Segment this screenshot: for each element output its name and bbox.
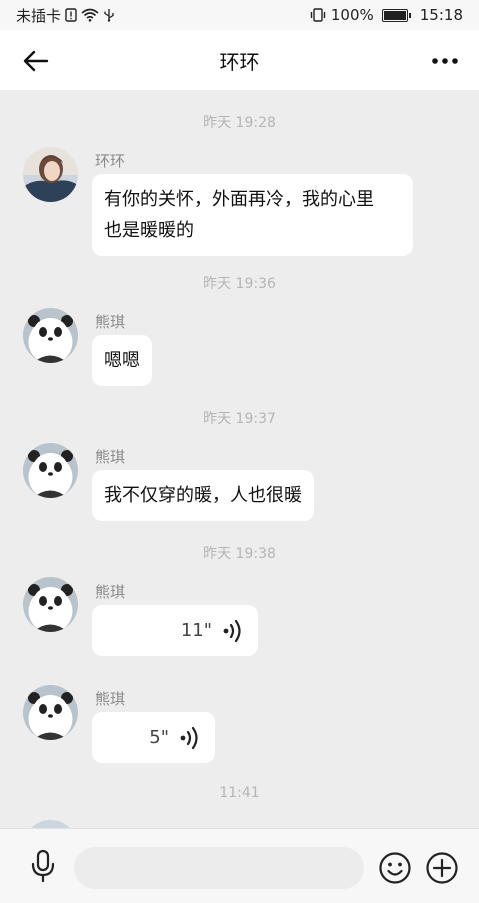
- carrier-text: 未插卡: [16, 6, 62, 25]
- battery-percent: 100%: [330, 6, 374, 24]
- sender-name: 熊琪: [95, 583, 126, 601]
- voice-wave-icon: [223, 619, 241, 642]
- sim-alert-icon: [65, 8, 77, 22]
- avatar-xiongqi[interactable]: [23, 443, 78, 498]
- voice-duration: 11": [180, 620, 212, 641]
- arrow-left-icon: [23, 50, 49, 72]
- status-right: 100% 15:18: [309, 6, 463, 24]
- voice-input-button[interactable]: [26, 847, 60, 885]
- status-bar: 未插卡 100% 15:18: [0, 0, 479, 30]
- avatar-xiongqi[interactable]: [23, 308, 78, 363]
- clock-time: 15:18: [419, 6, 463, 24]
- voice-message[interactable]: 11": [92, 605, 258, 656]
- chat-header: 环环: [0, 30, 479, 90]
- avatar-xiongqi[interactable]: [23, 685, 78, 740]
- input-bar: [0, 828, 479, 903]
- sender-name: 熊琪: [95, 313, 126, 331]
- more-dots-icon: [432, 58, 458, 64]
- avatar-xiongqi[interactable]: [23, 577, 78, 632]
- voice-wave-icon: [180, 726, 198, 749]
- wifi-icon: [81, 8, 99, 22]
- timestamp: 11:41: [219, 785, 260, 801]
- avatar-huanhuan[interactable]: [23, 820, 78, 828]
- voice-message[interactable]: 5": [92, 712, 215, 763]
- sender-name: 熊琪: [95, 448, 126, 466]
- battery-icon: [381, 8, 411, 22]
- timestamp: 昨天 19:36: [203, 276, 276, 292]
- sender-name: 熊琪: [95, 690, 126, 708]
- status-left: 未插卡: [16, 5, 115, 26]
- message-bubble[interactable]: 我不仅穿的暖，人也很暖: [92, 470, 314, 521]
- more-button[interactable]: [427, 45, 463, 77]
- timestamp: 昨天 19:37: [203, 411, 276, 427]
- microphone-icon: [31, 849, 55, 883]
- sender-name: 环环: [95, 152, 126, 170]
- avatar-huanhuan[interactable]: [23, 147, 78, 202]
- voice-duration: 5": [149, 727, 169, 748]
- vibrate-icon: [309, 8, 327, 22]
- message-input[interactable]: [74, 847, 364, 889]
- usb-icon: [103, 8, 115, 22]
- chat-area[interactable]: 昨天 19:28 环环 有你的关怀，外面再冷，我的心里 也是暖暖的 昨天 19:…: [0, 90, 479, 828]
- timestamp: 昨天 19:38: [203, 546, 276, 562]
- message-bubble[interactable]: 嗯嗯: [92, 335, 152, 386]
- message-bubble[interactable]: 有你的关怀，外面再冷，我的心里 也是暖暖的: [92, 174, 413, 256]
- timestamp: 昨天 19:28: [203, 115, 276, 131]
- plus-circle-icon: [426, 852, 458, 884]
- emoji-button[interactable]: [378, 851, 412, 885]
- back-button[interactable]: [20, 45, 52, 77]
- smiley-icon: [379, 852, 411, 884]
- chat-title: 环环: [219, 49, 260, 74]
- more-actions-button[interactable]: [425, 851, 459, 885]
